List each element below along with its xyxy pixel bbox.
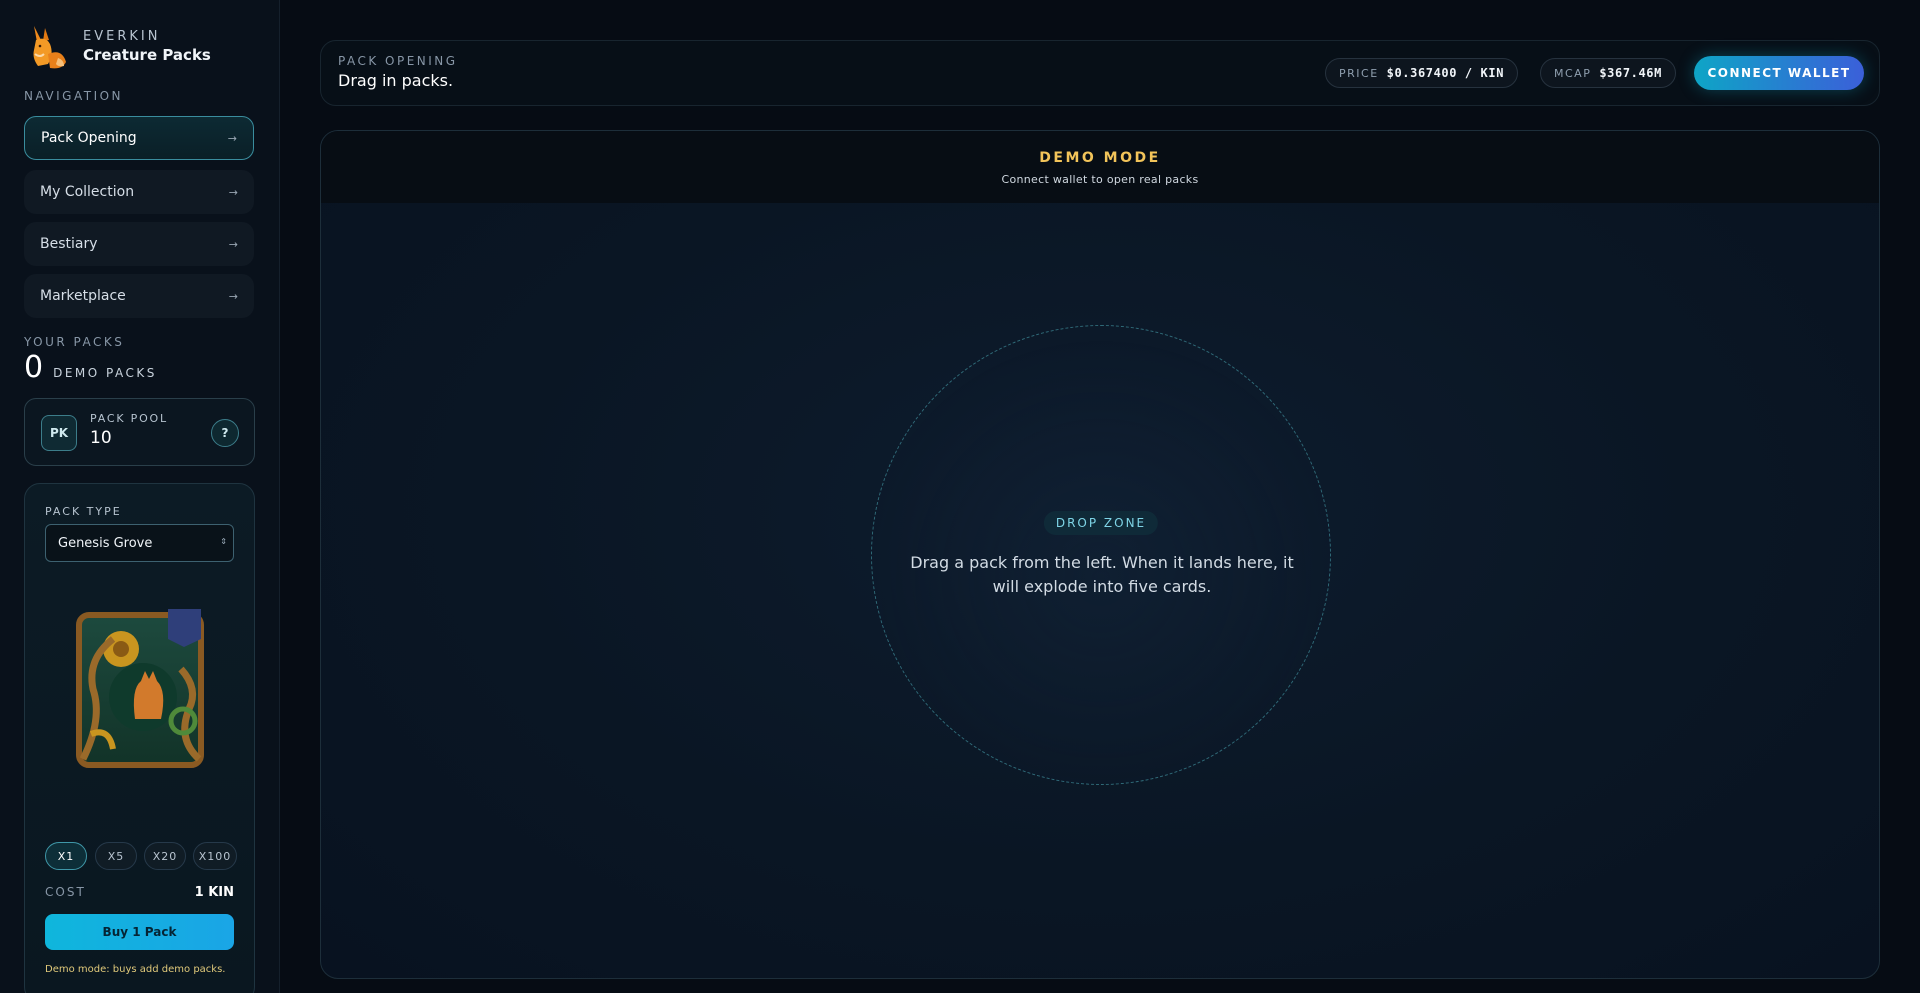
brand-tagline: EVERKIN [83, 29, 161, 44]
your-packs-label: YOUR PACKS [24, 335, 125, 349]
sidebar: EVERKIN Creature Packs NAVIGATION Pack O… [0, 0, 280, 993]
buy-pack-button[interactable]: Buy 1 Pack [45, 914, 234, 950]
pack-pool-badge: PK [41, 415, 77, 451]
sidebar-item-bestiary[interactable]: Bestiary → [24, 222, 254, 266]
demo-mode-title: DEMO MODE [1039, 150, 1161, 166]
mcap-label: MCAP [1554, 66, 1592, 80]
arrow-right-icon: → [228, 289, 238, 303]
drop-zone-badge: DROP ZONE [1043, 511, 1159, 535]
price-label: PRICE [1339, 66, 1379, 80]
drop-zone[interactable]: DROP ZONE Drag a pack from the left. Whe… [871, 325, 1331, 785]
pack-pool-card: PK PACK POOL 10 ? [24, 398, 255, 466]
quantity-x100-button[interactable]: X100 [193, 842, 237, 870]
demo-mode-note: Demo mode: buys add demo packs. [45, 964, 226, 975]
help-button[interactable]: ? [211, 419, 239, 447]
pack-shop-card: PACK TYPE Genesis Grove ⇕ X1 X5 X20 X100… [24, 483, 255, 993]
demo-mode-banner: DEMO MODE Connect wallet to open real pa… [321, 131, 1879, 203]
price-value: $0.367400 / KIN [1386, 66, 1505, 80]
quantity-x20-button[interactable]: X20 [144, 842, 186, 870]
arrow-right-icon: → [228, 185, 238, 199]
select-arrows-icon: ⇕ [220, 537, 227, 546]
sidebar-item-label: Marketplace [40, 288, 126, 304]
top-bar: PACK OPENING Drag in packs. PRICE $0.367… [320, 40, 1880, 106]
quantity-x1-button[interactable]: X1 [45, 842, 87, 870]
brand[interactable]: EVERKIN Creature Packs [28, 24, 211, 70]
sidebar-item-pack-opening[interactable]: Pack Opening → [24, 116, 254, 160]
pack-pool-value: 10 [90, 428, 112, 448]
pack-type-label: PACK TYPE [45, 505, 122, 518]
quantity-x5-button[interactable]: X5 [95, 842, 137, 870]
arrow-right-icon: → [227, 131, 237, 145]
sidebar-item-label: Pack Opening [41, 130, 137, 146]
pack-type-selected: Genesis Grove [58, 535, 153, 551]
packs-count-unit: DEMO PACKS [53, 366, 157, 380]
brand-title: Creature Packs [83, 46, 211, 64]
mcap-pill: MCAP $367.46M [1540, 58, 1676, 88]
drop-zone-instructions: Drag a pack from the left. When it lands… [910, 553, 1294, 596]
mcap-value: $367.46M [1599, 66, 1662, 80]
cost-label: COST [45, 885, 86, 899]
connect-wallet-button[interactable]: CONNECT WALLET [1694, 56, 1864, 90]
packs-count-value: 0 [24, 350, 44, 385]
genesis-grove-pack-icon[interactable] [73, 609, 207, 769]
fox-logo-icon [33, 26, 66, 69]
packs-count: 0 DEMO PACKS [24, 351, 157, 385]
cost-value: 1 KIN [194, 885, 234, 900]
page-title: Drag in packs. [338, 71, 454, 90]
sidebar-item-label: My Collection [40, 184, 135, 200]
sidebar-item-label: Bestiary [40, 236, 98, 252]
arrow-right-icon: → [228, 237, 238, 251]
page-section-label: PACK OPENING [338, 54, 458, 68]
nav-section-label: NAVIGATION [24, 89, 124, 103]
price-pill: PRICE $0.367400 / KIN [1325, 58, 1519, 88]
pack-opening-stage: DEMO MODE Connect wallet to open real pa… [320, 130, 1880, 979]
pack-type-select[interactable]: Genesis Grove ⇕ [45, 524, 234, 562]
sidebar-item-my-collection[interactable]: My Collection → [24, 170, 254, 214]
sidebar-item-marketplace[interactable]: Marketplace → [24, 274, 254, 318]
pack-pool-label: PACK POOL [90, 412, 168, 425]
demo-mode-subtitle: Connect wallet to open real packs [1001, 173, 1199, 186]
